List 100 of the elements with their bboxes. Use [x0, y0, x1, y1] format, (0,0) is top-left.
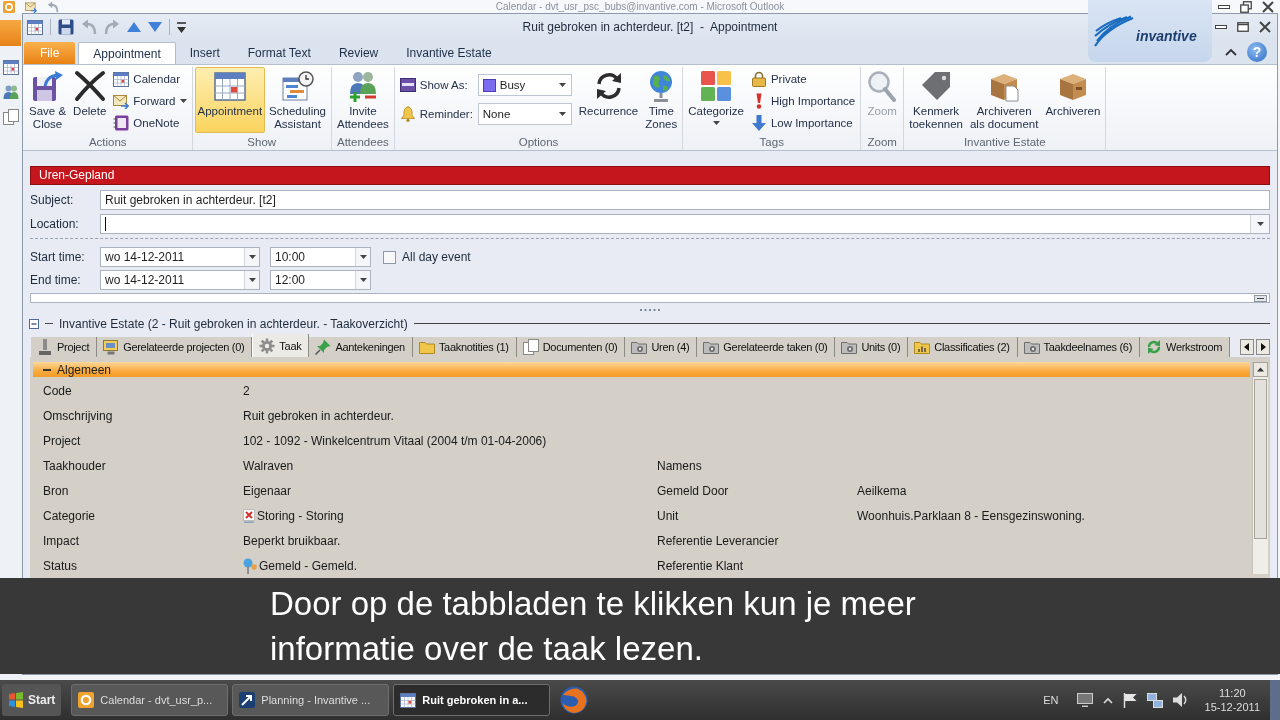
tab[interactable]: Werkstroom: [1140, 337, 1231, 357]
arrow-down-icon[interactable]: [148, 22, 162, 32]
tab[interactable]: Gerelateerde projecten (0): [97, 337, 253, 357]
taskbar-button[interactable]: Calendar - dvt_usr_p...: [71, 684, 229, 716]
calendar-icon[interactable]: [27, 19, 43, 35]
ribbon-button[interactable]: Calendar: [110, 68, 190, 90]
pages-icon: [522, 339, 539, 355]
minimize-icon[interactable]: [1218, 4, 1230, 9]
collapse-icon[interactable]: [29, 318, 39, 329]
taskbar-button[interactable]: Ruit gebroken in a...: [393, 684, 551, 716]
time-field[interactable]: 10:00: [270, 247, 371, 267]
language-indicator[interactable]: EN: [1043, 694, 1059, 706]
monitor-icon[interactable]: [1076, 693, 1093, 707]
notes-field[interactable]: [30, 293, 1270, 303]
flag-icon[interactable]: [1122, 692, 1137, 708]
taskbar-button[interactable]: Planning - Invantive ...: [232, 684, 390, 716]
calendar-icon[interactable]: [3, 59, 19, 75]
ribbon-tab[interactable]: Review: [324, 42, 393, 64]
ribbon-tab[interactable]: Appointment: [78, 42, 176, 64]
field-value: Beperkt bruikbaar.: [243, 533, 341, 548]
ribbon-button[interactable]: Archiveren als document: [966, 67, 1042, 133]
people-icon[interactable]: [3, 84, 19, 100]
field-value: Woonhuis.Parklaan 8 - Eensgezinswoning.: [857, 508, 1086, 523]
start-button[interactable]: Start: [2, 684, 62, 716]
section-header[interactable]: Algemeen: [33, 362, 1250, 377]
speaker-icon[interactable]: [1172, 693, 1189, 707]
chart-folder-icon: [914, 339, 931, 355]
clock-time[interactable]: 11:20: [1218, 686, 1246, 700]
ribbon-button[interactable]: Invite Attendees: [334, 67, 392, 133]
clock-date[interactable]: 15-12-2011: [1204, 700, 1260, 714]
ribbon-button[interactable]: High Importance: [747, 90, 859, 112]
network-icon[interactable]: [1146, 692, 1163, 708]
location-field[interactable]: [100, 214, 1270, 234]
tab[interactable]: Gerelateerde taken (0): [697, 337, 836, 357]
ribbon-button[interactable]: Save & Close: [26, 67, 70, 133]
time-field[interactable]: 12:00: [270, 270, 371, 290]
triangle-up-icon[interactable]: [1253, 362, 1268, 377]
triangle-left-icon[interactable]: [1240, 339, 1254, 355]
minus-icon[interactable]: [1254, 294, 1267, 302]
group-label: Options: [517, 135, 560, 150]
date-field[interactable]: wo 14-12-2011: [100, 270, 260, 290]
ribbon-button[interactable]: Archiveren: [1042, 67, 1104, 133]
minimize-icon[interactable]: [1215, 25, 1227, 29]
chevron-up-icon[interactable]: [1225, 48, 1237, 56]
field-label: Bron: [43, 483, 70, 498]
field-value: 102 - 1092 - Winkelcentrum Vitaal (2004 t/m 01-04-2006): [243, 433, 547, 448]
padlock-icon: [750, 71, 767, 87]
tab[interactable]: Taak: [252, 334, 310, 357]
ribbon-button[interactable]: Low Importance: [747, 112, 859, 134]
tab[interactable]: Documenten (0): [516, 337, 626, 357]
ribbon-button[interactable]: Time Zones: [642, 67, 681, 133]
tab[interactable]: Uren (4): [625, 337, 698, 357]
section-title: Algemeen: [57, 362, 112, 377]
customize-icon[interactable]: [177, 21, 186, 33]
ribbon-button[interactable]: Kenmerk toekennen: [906, 67, 966, 133]
field-label: Status: [43, 558, 79, 573]
field-value: Walraven: [243, 458, 294, 473]
triangle-right-icon[interactable]: [1256, 339, 1270, 355]
group-label: Zoom: [866, 135, 898, 150]
subject-field[interactable]: Ruit gebroken in achterdeur. [t2]: [100, 190, 1270, 210]
tab[interactable]: Taakdeelnames (6): [1017, 337, 1141, 357]
ribbon-tab[interactable]: Format Text: [233, 42, 325, 64]
checkbox-label[interactable]: All day event: [402, 250, 471, 264]
ribbon-button[interactable]: Delete: [70, 67, 110, 133]
ribbon-tab[interactable]: Invantive Estate: [392, 42, 506, 64]
ring-tile-icon[interactable]: [3, 0, 15, 13]
ribbon-tab[interactable]: Insert: [175, 42, 234, 64]
caret-down-icon: [359, 278, 367, 282]
tab[interactable]: Classificaties (2): [908, 337, 1018, 357]
tab[interactable]: Taaknotities (1): [412, 337, 517, 357]
date-field[interactable]: wo 14-12-2011: [100, 247, 260, 267]
ribbon-button[interactable]: Private: [747, 68, 859, 90]
tab[interactable]: Aantekeningen: [309, 337, 413, 357]
field-label: Unit: [657, 508, 680, 523]
maximize-icon[interactable]: [1237, 22, 1249, 32]
ribbon-button[interactable]: Forward: [110, 90, 190, 112]
restore-icon[interactable]: [1240, 0, 1252, 13]
ribbon-button[interactable]: Appointment: [194, 67, 266, 133]
close-icon[interactable]: [1259, 21, 1271, 33]
globe-icon[interactable]: [560, 686, 589, 714]
tab[interactable]: Units (0): [835, 337, 909, 357]
cross-icon: [243, 508, 255, 523]
scroll-thumb[interactable]: [1254, 379, 1267, 539]
checkbox[interactable]: [383, 250, 396, 264]
scrollbar[interactable]: [1252, 362, 1268, 574]
ribbon-button[interactable]: OneNote: [110, 112, 190, 134]
caret-down-icon: [248, 278, 256, 282]
tab[interactable]: Project: [31, 337, 98, 357]
ribbon-button[interactable]: Categorize: [685, 67, 747, 133]
pages-icon[interactable]: [3, 109, 19, 125]
envelope-icon[interactable]: [25, 0, 37, 13]
close-icon[interactable]: [1262, 0, 1274, 13]
dropdown-field[interactable]: None: [477, 103, 572, 125]
calendar-icon: [400, 692, 417, 708]
ribbon-button[interactable]: Scheduling Assistant: [266, 67, 329, 133]
dropdown-field[interactable]: Busy: [477, 74, 572, 96]
floppy-icon[interactable]: [58, 19, 74, 35]
arrow-up-icon[interactable]: [127, 22, 141, 32]
minus-icon[interactable]: [43, 368, 51, 371]
ribbon-button[interactable]: Recurrence: [575, 67, 642, 133]
